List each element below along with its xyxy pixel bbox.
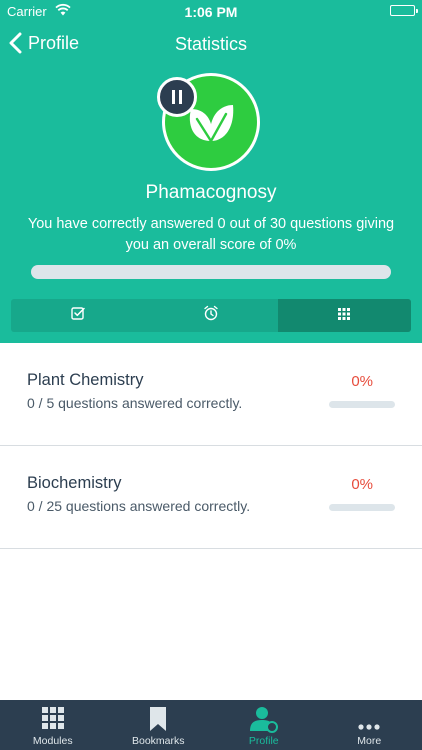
tab-modules[interactable]: Modules [0,700,106,750]
stats-segmented-control [11,299,411,332]
overall-progress-bar [31,265,391,279]
checkbox-icon [70,306,85,325]
topic-percent: 0% [351,476,373,493]
statistics-header: Carrier 1:06 PM Profile Statistics Phama… [0,0,422,343]
tab-label: More [357,735,382,747]
tab-label: Bookmarks [131,735,185,747]
tab-label: Profile [248,735,279,747]
tab-more[interactable]: More [317,700,422,750]
navigation-bar: Profile Statistics [0,22,422,66]
pause-icon[interactable] [157,77,197,117]
topic-row[interactable]: Plant Chemistry 0 / 5 questions answered… [0,343,422,446]
tab-profile[interactable]: Profile [211,700,317,750]
more-icon [358,717,380,735]
tab-label: Modules [32,735,73,747]
topic-row[interactable]: Biochemistry 0 / 25 questions answered c… [0,446,422,549]
module-title: Phamacognosy [145,182,277,203]
topic-summary: 0 / 5 questions answered correctly. [27,395,243,411]
bookmark-icon [149,707,167,736]
tab-bookmarks[interactable]: Bookmarks [106,700,212,750]
topic-summary: 0 / 25 questions answered correctly. [27,498,251,514]
battery-icon [390,5,418,16]
topic-title: Biochemistry [27,474,122,492]
topic-title: Plant Chemistry [27,371,144,389]
status-bar: Carrier 1:06 PM [0,0,422,22]
alarm-icon [203,305,219,326]
segment-results[interactable] [11,299,144,332]
grid-icon [41,707,64,734]
profile-icon [249,707,279,738]
tab-bar: Modules Bookmarks Profile More [0,700,422,750]
segment-timer[interactable] [144,299,277,332]
grid-icon [338,307,351,325]
score-summary: You have correctly answered 0 out of 30 … [27,216,395,253]
topic-progress-bar [329,401,395,408]
topic-progress-bar [329,504,395,511]
page-title: Statistics [174,34,248,54]
topic-list: Plant Chemistry 0 / 5 questions answered… [0,343,422,549]
topic-percent: 0% [351,373,373,390]
status-time: 1:06 PM [184,4,238,20]
segment-topics[interactable] [277,299,411,332]
